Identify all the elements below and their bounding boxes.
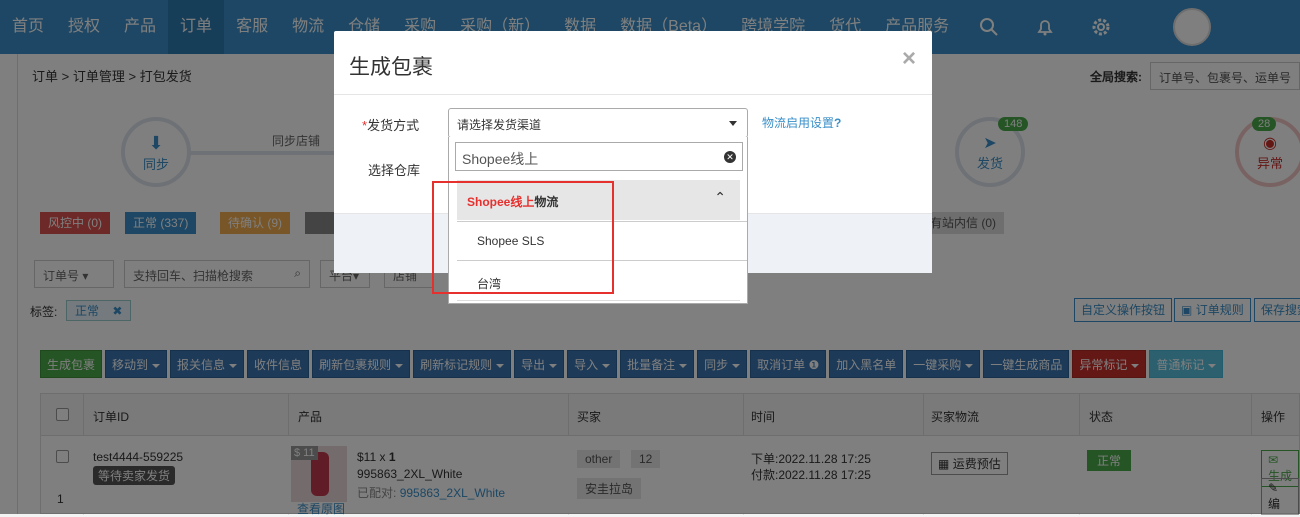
logistics-settings-text: 物流启用设置 — [762, 116, 835, 130]
chevron-up-icon: ⌃ — [714, 189, 726, 205]
dropdown-search-input[interactable]: Shopee线上 ✕ — [455, 142, 743, 171]
question-icon: ? — [834, 116, 842, 130]
modal-title: 生成包裹 — [349, 56, 433, 79]
logistics-settings-link[interactable]: 物流启用设置? — [762, 114, 841, 131]
ship-method-placeholder: 请选择发货渠道 — [457, 118, 542, 132]
highlight-box — [432, 181, 614, 294]
warehouse-label: 选择仓库 — [368, 163, 421, 178]
ship-method-label: *发货方式 — [362, 115, 419, 134]
dropdown-divider — [457, 300, 740, 301]
dropdown-search-value: Shopee线上 — [462, 151, 539, 167]
chevron-down-icon — [729, 121, 737, 126]
clear-icon[interactable]: ✕ — [724, 151, 736, 163]
ship-method-select[interactable]: 请选择发货渠道 — [448, 108, 748, 138]
ship-method-text: 发货方式 — [367, 118, 420, 133]
close-icon[interactable]: × — [902, 45, 916, 73]
modal-divider — [334, 94, 932, 95]
